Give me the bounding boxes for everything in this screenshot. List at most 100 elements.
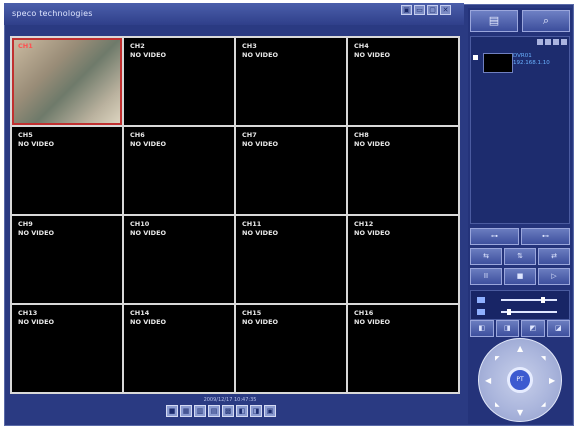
view-button-3[interactable]: ◩ (521, 320, 545, 337)
play-button[interactable]: ▷ (538, 268, 570, 285)
ptz-right-icon[interactable]: ▶ (549, 377, 555, 385)
channel-status: NO VIDEO (18, 318, 55, 326)
channel-cell[interactable]: CH8 NO VIDEO (348, 127, 458, 214)
channel-name: CH12 (354, 220, 374, 228)
timestamp: 2009/12/17 10:47:35 (203, 397, 257, 403)
channel-status: NO VIDEO (242, 229, 279, 237)
channel-cell[interactable]: CH7 NO VIDEO (236, 127, 346, 214)
stop-button[interactable]: ■ (504, 268, 536, 285)
channel-cell[interactable]: CH9 NO VIDEO (12, 216, 122, 303)
view-button-2[interactable]: ◨ (495, 320, 519, 337)
layout-13-button[interactable]: ◧ (236, 405, 248, 417)
channel-cell[interactable]: CH6 NO VIDEO (124, 127, 234, 214)
ptz-down-icon[interactable]: ▼ (517, 409, 523, 417)
channel-status: NO VIDEO (242, 51, 279, 59)
channel-cell[interactable]: CH1 (12, 38, 122, 125)
device-tab-button[interactable]: ▤ (470, 10, 518, 32)
brightness-slider[interactable] (501, 297, 557, 303)
channel-cell[interactable]: CH16 NO VIDEO (348, 305, 458, 392)
device-address: 192.168.1.10 (513, 60, 550, 66)
maximize-icon[interactable]: ▢ (427, 5, 438, 15)
channel-status: NO VIDEO (130, 229, 167, 237)
channel-status: NO VIDEO (18, 140, 55, 148)
channel-name: CH15 (242, 309, 262, 317)
channel-cell[interactable]: CH14 NO VIDEO (124, 305, 234, 392)
tree-tool-icon[interactable] (561, 39, 567, 45)
channel-name: CH5 (18, 131, 33, 139)
ptz-left-icon[interactable]: ◀ (485, 377, 491, 385)
logo: speco technologies (12, 9, 93, 18)
transfer-button[interactable]: ⇄ (538, 248, 570, 265)
volume-slider[interactable] (501, 309, 557, 315)
minimize-icon[interactable]: ▭ (414, 5, 425, 15)
ptz-control[interactable]: ▲ ▼ ◀ ▶ ◤ ◥ ◣ ◢ PT (478, 338, 562, 422)
tree-tool-icon[interactable] (537, 39, 543, 45)
channel-status: NO VIDEO (354, 318, 391, 326)
channel-status: NO VIDEO (130, 318, 167, 326)
channel-name: CH1 (18, 42, 33, 50)
channel-name: CH7 (242, 131, 257, 139)
layout-8-button[interactable]: ▤ (208, 405, 220, 417)
layout-16-button[interactable]: ◨ (250, 405, 262, 417)
layout-1-button[interactable]: ■ (166, 405, 178, 417)
channel-status: NO VIDEO (130, 140, 167, 148)
channel-cell[interactable]: CH12 NO VIDEO (348, 216, 458, 303)
channel-cell[interactable]: CH11 NO VIDEO (236, 216, 346, 303)
layout-4-button[interactable]: ▦ (180, 405, 192, 417)
channel-cell[interactable]: CH3 NO VIDEO (236, 38, 346, 125)
title-bar: speco technologies (4, 3, 464, 25)
channel-status: NO VIDEO (242, 140, 279, 148)
adjust-panel (470, 290, 570, 320)
channel-name: CH14 (130, 309, 150, 317)
brightness-icon (477, 297, 485, 303)
tree-toolbar (471, 37, 569, 47)
pause-button[interactable]: II (470, 268, 502, 285)
channel-cell[interactable]: CH10 NO VIDEO (124, 216, 234, 303)
slider-handle[interactable] (541, 297, 545, 303)
device-name: DVR01 (513, 53, 532, 59)
ptz-down-right-icon[interactable]: ◢ (541, 401, 546, 409)
layout-toolbar: ■ ▦ ▥ ▤ ▩ ◧ ◨ ▣ (166, 405, 276, 417)
layout-6-button[interactable]: ▥ (194, 405, 206, 417)
tree-tool-icon[interactable] (553, 39, 559, 45)
search-tab-button[interactable]: ⌕ (522, 10, 570, 32)
channel-name: CH16 (354, 309, 374, 317)
swap-button[interactable]: ⇆ (470, 248, 502, 265)
device-label[interactable]: DVR01 192.168.1.10 (513, 53, 550, 67)
ptz-down-left-icon[interactable]: ◣ (495, 401, 500, 409)
control-row-2: II ■ ▷ (470, 268, 570, 285)
close-icon[interactable]: ✕ (440, 5, 451, 15)
full-screen-button[interactable]: ▣ (264, 405, 276, 417)
channel-status: NO VIDEO (354, 229, 391, 237)
ptz-up-left-icon[interactable]: ◤ (495, 355, 500, 363)
volume-icon (477, 309, 485, 315)
slider-handle[interactable] (507, 309, 511, 315)
channel-name: CH2 (130, 42, 145, 50)
channel-name: CH3 (242, 42, 257, 50)
device-checkbox[interactable] (473, 55, 478, 60)
channel-cell[interactable]: CH4 NO VIDEO (348, 38, 458, 125)
channel-status: NO VIDEO (242, 318, 279, 326)
channel-status: NO VIDEO (130, 51, 167, 59)
channel-cell[interactable]: CH15 NO VIDEO (236, 305, 346, 392)
view-button-4[interactable]: ◪ (546, 320, 570, 337)
tree-tool-icon[interactable] (545, 39, 551, 45)
ptz-up-icon[interactable]: ▲ (517, 345, 523, 353)
layout-icon[interactable]: ▣ (401, 5, 412, 15)
channel-status: NO VIDEO (354, 51, 391, 59)
channel-cell[interactable]: CH2 NO VIDEO (124, 38, 234, 125)
video-grid: CH1 CH2 NO VIDEO CH3 NO VIDEO CH4 NO VIDEO … (10, 36, 460, 394)
connect-row: ⊶ ⊷ (470, 228, 570, 245)
ptz-center-button[interactable]: PT (507, 367, 533, 393)
channel-cell[interactable]: CH13 NO VIDEO (12, 305, 122, 392)
view-button-1[interactable]: ◧ (470, 320, 494, 337)
connect-button[interactable]: ⊶ (470, 228, 519, 245)
channel-cell[interactable]: CH5 NO VIDEO (12, 127, 122, 214)
refresh-button[interactable]: ⇅ (504, 248, 536, 265)
channel-name: CH8 (354, 131, 369, 139)
layout-9-button[interactable]: ▩ (222, 405, 234, 417)
disconnect-button[interactable]: ⊷ (521, 228, 570, 245)
control-row-1: ⇆ ⇅ ⇄ (470, 248, 570, 265)
ptz-up-right-icon[interactable]: ◥ (541, 355, 546, 363)
device-thumbnail[interactable] (483, 53, 513, 73)
